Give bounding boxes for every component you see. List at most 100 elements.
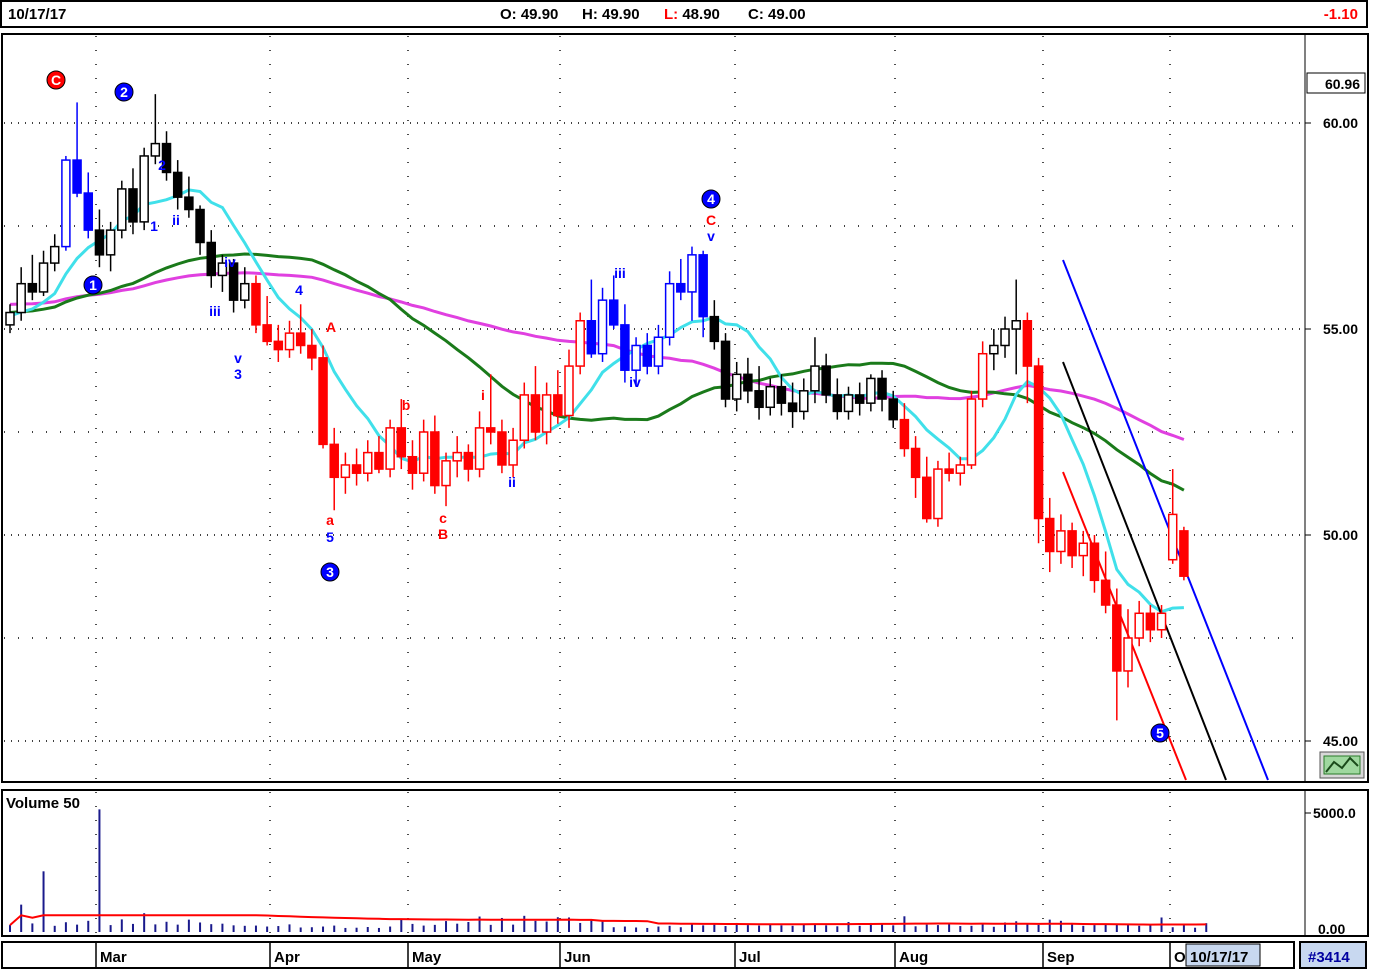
candle-body (1089, 542, 1100, 582)
price-tick-label: 50.00 (1323, 527, 1358, 543)
volume-label: Volume 50 (6, 795, 80, 812)
candle-body (653, 336, 664, 367)
candle-body (1044, 517, 1055, 553)
volume-tick-top: 5000.0 (1313, 805, 1356, 821)
candle-body (530, 394, 541, 433)
candle-body (866, 377, 876, 404)
candle-body (966, 398, 977, 466)
chart-tool-icon[interactable] (1319, 751, 1365, 779)
candle-body (1123, 637, 1133, 672)
wave-circle-label: 1 (89, 277, 97, 293)
candle-body (172, 171, 183, 198)
candle-body (340, 464, 351, 479)
price-tick-label: 55.00 (1323, 321, 1358, 337)
candle-body (1067, 530, 1077, 557)
current-price-label: 60.96 (1325, 76, 1360, 92)
wave-label: 3 (234, 366, 242, 382)
candle-body (307, 344, 317, 359)
candle-body (944, 468, 954, 474)
month-label: Jun (564, 949, 591, 966)
time-axis-frame (1, 941, 1295, 969)
wave-circle-label: 4 (707, 191, 715, 207)
candle-body (128, 188, 138, 223)
header-close: C: 49.00 (748, 6, 806, 23)
wave-circle-label: 2 (120, 84, 128, 100)
candle-body (430, 431, 440, 487)
wave-circle-label: 3 (326, 564, 334, 580)
candle-body (1011, 320, 1021, 330)
wave-label: ii (172, 212, 180, 228)
candle-body (799, 390, 809, 413)
wave-label: ii (508, 474, 516, 490)
candle-body (586, 320, 597, 355)
candle-body (407, 455, 418, 474)
month-label: Mar (100, 949, 127, 966)
candle-body (351, 464, 362, 474)
wave-label: v (234, 350, 242, 366)
candle-body (608, 299, 619, 326)
candle-body (474, 427, 485, 470)
header-change: -1.10 (1323, 6, 1358, 23)
candle-body (832, 394, 843, 413)
candle-body (731, 373, 742, 400)
candle-body (1112, 604, 1122, 672)
candle-body (139, 155, 149, 223)
month-label: May (412, 949, 442, 966)
wave-label: iii (614, 265, 626, 281)
wave-label: 4 (295, 282, 303, 298)
ohlc-header-bar: 10/17/17 O: 49.90 H: 49.90 L: 48.90 C: 4… (0, 0, 1368, 28)
wave-label: 2 (158, 157, 166, 173)
candle-body (206, 241, 216, 277)
cursor-date-label: 10/17/17 (1190, 949, 1248, 966)
volume-tick-bottom: 0.00 (1318, 921, 1345, 937)
candle-body (575, 320, 585, 367)
header-date: 10/17/17 (8, 6, 67, 23)
month-label: Sep (1047, 949, 1075, 966)
candle-body (687, 254, 697, 293)
candle-body (977, 352, 988, 400)
candle-body (273, 340, 284, 351)
wave-label: 5 (326, 529, 334, 545)
wave-label: iv (629, 374, 641, 390)
candle-body (1078, 542, 1089, 557)
candle-body (989, 344, 999, 355)
chart-id-label[interactable]: #3414 (1308, 949, 1350, 966)
candle-body (620, 324, 630, 371)
wave-label: iii (209, 303, 221, 319)
header-low: L: 48.90 (664, 6, 720, 23)
candle-body (787, 402, 798, 413)
candle-body (933, 468, 943, 520)
wave-label: i (481, 387, 485, 403)
candle-body (877, 377, 887, 400)
candle-body (318, 357, 328, 446)
candle-body (899, 418, 910, 450)
candle-body (597, 299, 608, 355)
candle-body (631, 344, 641, 371)
candle-body (452, 451, 462, 462)
month-label: Aug (899, 949, 928, 966)
candle-body (463, 451, 474, 470)
candle-body (754, 390, 764, 409)
volume-panel-frame (1, 789, 1369, 937)
month-label: Jul (739, 949, 761, 966)
candle-body (105, 229, 116, 256)
candle-body (295, 332, 306, 347)
candle-body (485, 427, 496, 433)
candle-body (676, 282, 686, 293)
candle-body (553, 394, 563, 417)
candle-body (541, 394, 552, 433)
candle-body (61, 159, 71, 248)
candle-body (955, 464, 966, 474)
wave-label: c (439, 510, 447, 526)
candle-body (743, 373, 753, 392)
candle-body (385, 427, 395, 470)
candle-body (720, 340, 731, 400)
candle-body (150, 142, 161, 157)
candle-body (1167, 513, 1178, 561)
month-label: Apr (274, 949, 300, 966)
wave-label: A (326, 319, 336, 335)
candle-body (329, 443, 339, 479)
candle-body (94, 229, 105, 256)
candle-body (854, 394, 865, 404)
wave-label: v (707, 228, 715, 244)
